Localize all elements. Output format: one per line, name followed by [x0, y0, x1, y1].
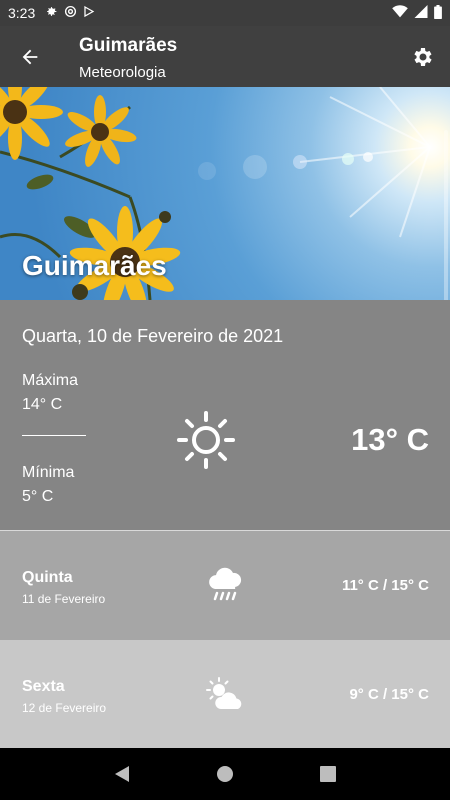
forecast-date: 12 de Fevereiro — [22, 701, 107, 715]
square-recents-icon — [320, 766, 337, 782]
sun-icon — [177, 411, 235, 469]
hero-city-name: Guimarães — [22, 250, 167, 281]
forecast-date: 11 de Fevereiro — [22, 592, 106, 606]
today-date: Quarta, 10 de Fevereiro de 2021 — [22, 326, 284, 346]
divider — [22, 435, 86, 436]
forecast-day-name: Sexta — [22, 678, 65, 695]
min-value: 5° C — [22, 488, 54, 505]
at-sign-icon — [64, 5, 77, 21]
max-value: 14° C — [22, 396, 63, 413]
nav-back-button[interactable] — [102, 754, 142, 794]
nav-recents-button[interactable] — [308, 754, 348, 794]
wifi-icon — [392, 5, 408, 21]
hero-image: Guimarães — [0, 87, 450, 300]
settings-button[interactable] — [408, 42, 438, 72]
forecast-day-name: Quinta — [22, 569, 73, 586]
status-time: 3:23 — [8, 5, 36, 21]
app-bar-subtitle: Meteorologia — [79, 64, 166, 81]
forecast-temps: 9° C / 15° C — [349, 686, 429, 703]
arrow-back-icon — [22, 49, 38, 65]
settings-gear-status-icon — [45, 5, 58, 21]
nav-home-button[interactable] — [205, 754, 245, 794]
gear-icon — [414, 48, 432, 66]
current-temperature: 13° C — [351, 422, 429, 457]
battery-icon — [434, 4, 442, 22]
status-bar: 3:23 — [0, 0, 450, 26]
circle-home-icon — [216, 766, 233, 782]
forecast-row[interactable]: Sexta 12 de Fevereiro 9° C / 15° C — [0, 640, 450, 749]
min-label: Mínima — [22, 464, 75, 481]
forecast-row[interactable]: Quinta 11 de Fevereiro 11° C / 15° C — [0, 531, 450, 640]
cell-signal-icon — [414, 5, 428, 21]
play-store-icon — [83, 5, 95, 21]
back-button[interactable] — [14, 42, 46, 72]
forecast-temps: 11° C / 15° C — [341, 577, 429, 594]
triangle-back-icon — [114, 766, 129, 782]
max-label: Máxima — [22, 372, 79, 389]
today-panel: Quarta, 10 de Fevereiro de 2021 Máxima 1… — [0, 300, 450, 530]
rain-cloud-icon — [209, 567, 242, 601]
app-bar: Guimarães Meteorologia — [0, 26, 450, 87]
partly-cloudy-icon — [206, 677, 242, 709]
app-bar-title: Guimarães — [79, 35, 178, 56]
system-navigation-bar — [0, 748, 450, 800]
